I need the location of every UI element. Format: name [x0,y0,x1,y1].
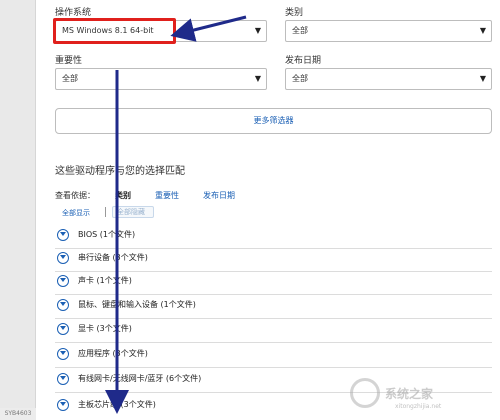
category-row-label: 显卡 (3个文件) [78,324,132,333]
dropdown-caret-icon: ▼ [254,26,261,35]
tab-importance[interactable]: 重要性 [155,190,179,201]
dropdown-caret-icon: ▼ [479,74,486,83]
category-row-label: 应用程序 (3个文件) [78,349,148,358]
category-row-label: 有线网卡/无线网卡/蓝牙 (6个文件) [78,374,202,383]
category-row-label: 串行设备 (3个文件) [78,253,148,262]
expand-chevron-icon[interactable] [57,373,69,385]
watermark-url: xitongzhijia.net [395,403,442,410]
tab-category[interactable]: 类别 [115,190,131,201]
dropdown-caret-icon: ▼ [254,74,261,83]
expand-chevron-icon[interactable] [57,299,69,311]
expand-chevron-icon[interactable] [57,348,69,360]
release-date-select-value: 全部 [292,74,308,83]
category-row[interactable]: 串行设备 (3个文件) [55,249,492,272]
category-row-label: 声卡 (1个文件) [78,276,132,285]
hide-all-button[interactable]: 全部隐藏 [112,206,154,218]
importance-select[interactable]: 全部 ▼ [55,68,267,90]
footer-tag: SYB4603 [0,408,36,420]
os-label: 操作系统 [55,8,92,18]
expand-chevron-icon[interactable] [57,275,69,287]
category-row[interactable]: 鼠标、键盘和输入设备 (1个文件) [55,296,492,319]
tab-release-date[interactable]: 发布日期 [203,190,235,201]
category-row-label: 鼠标、键盘和输入设备 (1个文件) [78,300,196,309]
category-row-label: BIOS (1个文件) [78,230,136,239]
divider [105,207,106,217]
category-row[interactable]: BIOS (1个文件) [55,226,492,249]
category-select[interactable]: 全部 ▼ [285,20,492,42]
results-heading: 这些驱动程序与您的选择匹配 [55,166,185,177]
os-highlight-box [53,18,176,44]
show-all-link[interactable]: 全部显示 [62,208,90,218]
watermark-logo-icon [350,378,380,408]
watermark-brand: 系统之家 [385,387,434,401]
category-row[interactable]: 声卡 (1个文件) [55,272,492,295]
category-row-label: 主板芯片组 (3个文件) [78,400,156,409]
release-date-select[interactable]: 全部 ▼ [285,68,492,90]
dropdown-caret-icon: ▼ [479,26,486,35]
expand-chevron-icon[interactable] [57,323,69,335]
more-filters-button[interactable]: 更多筛选器 [55,108,492,134]
expand-chevron-icon[interactable] [57,252,69,264]
category-select-value: 全部 [292,26,308,35]
expand-chevron-icon[interactable] [57,229,69,241]
expand-chevron-icon[interactable] [57,399,69,411]
view-by-label: 查看依据： [55,191,95,200]
category-row[interactable]: 显卡 (3个文件) [55,320,492,343]
category-label: 类别 [285,8,304,18]
release-date-label: 发布日期 [285,56,322,66]
category-row[interactable]: 应用程序 (3个文件) [55,345,492,368]
importance-select-value: 全部 [62,74,78,83]
importance-label: 重要性 [55,56,83,66]
